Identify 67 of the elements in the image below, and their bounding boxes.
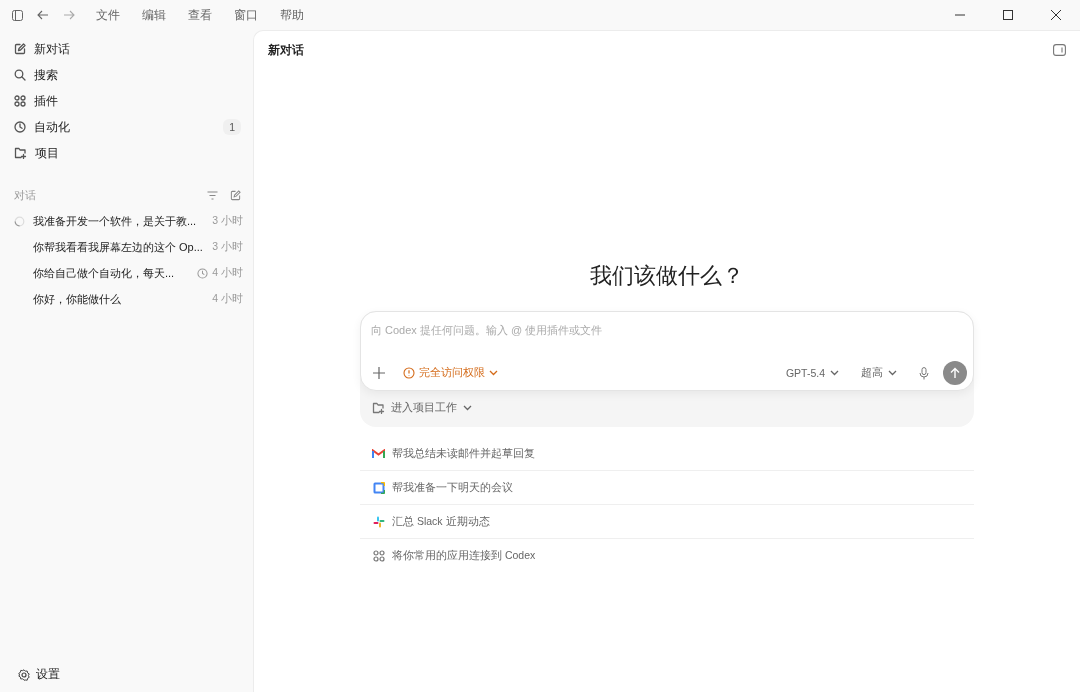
send-button[interactable] (943, 361, 967, 385)
thread-time: 3 小时 (212, 240, 243, 254)
sidebar-item[interactable]: 搜索 (8, 62, 247, 88)
access-dropdown[interactable]: 完全访问权限 (399, 364, 502, 382)
close-icon (1051, 10, 1061, 20)
menu-item[interactable]: 文件 (88, 4, 128, 26)
filter-button[interactable] (207, 190, 218, 200)
microphone-button[interactable] (917, 364, 931, 382)
effort-dropdown[interactable]: 超高 (857, 364, 901, 382)
thread-item[interactable]: 你帮我看看我屏幕左边的这个 Op... 3 小时 (8, 234, 247, 260)
thread-time: 4 小时 (212, 266, 243, 280)
model-dropdown[interactable]: GPT-5.4 (781, 365, 843, 381)
sidebar-icon (11, 9, 23, 21)
arrow-left-icon (37, 10, 49, 20)
add-button[interactable] (371, 365, 387, 381)
main-heading: 我们该做什么？ (590, 262, 744, 290)
menu-item[interactable]: 编辑 (134, 4, 174, 26)
search-icon (14, 69, 26, 81)
page-title: 新对话 (268, 42, 305, 58)
thread-item[interactable]: 我准备开发一个软件，是关于教... 3 小时 (8, 208, 247, 234)
new-chat-button[interactable] (230, 189, 241, 201)
edit-icon (230, 189, 241, 201)
menu-item[interactable]: 查看 (180, 4, 220, 26)
hash-icon (372, 515, 385, 528)
calendar-icon (372, 481, 385, 494)
count-badge: 1 (223, 119, 241, 135)
plus-icon (373, 367, 385, 379)
microphone-icon (919, 366, 929, 380)
grid-icon (372, 550, 385, 562)
panel-toggle-button[interactable] (1053, 44, 1066, 56)
thread-item[interactable]: 你给自己做个自动化，每天... 4 小时 (8, 260, 247, 286)
sidebar-item[interactable]: 新对话 (8, 36, 247, 62)
minimize-icon (955, 14, 965, 16)
sidebar-item[interactable]: 插件 (8, 88, 247, 114)
maximize-icon (1003, 10, 1013, 20)
suggestion-item[interactable]: 将你常用的应用连接到 Codex (360, 539, 974, 573)
filter-icon (207, 190, 218, 200)
spinner-icon (14, 215, 25, 227)
thread-time: 3 小时 (212, 214, 243, 228)
suggestion-item[interactable]: 汇总 Slack 近期动态 (360, 505, 974, 539)
clock-icon (197, 267, 209, 279)
mail-icon (372, 448, 385, 459)
menu-item[interactable]: 帮助 (272, 4, 312, 26)
menu-item[interactable]: 窗口 (226, 4, 266, 26)
settings-icon (18, 668, 30, 681)
chevron-down-icon (888, 370, 897, 376)
folder-plus-icon (372, 402, 385, 414)
suggestion-item[interactable]: 帮我准备一下明天的会议 (360, 471, 974, 505)
clock-icon (14, 121, 26, 133)
sidebar-item[interactable]: 项目 (8, 140, 247, 166)
edit-icon (14, 43, 26, 55)
sidebar-item[interactable]: 自动化 1 (8, 114, 247, 140)
thread-item[interactable]: 你好，你能做什么 4 小时 (8, 286, 247, 312)
suggestion-item[interactable]: 帮我总结未读邮件并起草回复 (360, 437, 974, 471)
chevron-down-icon (463, 405, 472, 411)
panel-icon (1053, 44, 1066, 56)
arrow-right-icon (63, 10, 75, 20)
section-title: 对话 (14, 187, 37, 203)
chevron-down-icon (830, 370, 839, 376)
grid-icon (14, 95, 26, 107)
project-dropdown[interactable]: 进入项目工作 (360, 391, 484, 427)
warning-icon (403, 367, 415, 379)
folder-plus-icon (14, 147, 27, 159)
settings-button[interactable]: 设置 (8, 663, 70, 686)
arrow-up-icon (949, 367, 961, 379)
thread-time: 4 小时 (212, 292, 243, 306)
chevron-down-icon (489, 370, 498, 376)
